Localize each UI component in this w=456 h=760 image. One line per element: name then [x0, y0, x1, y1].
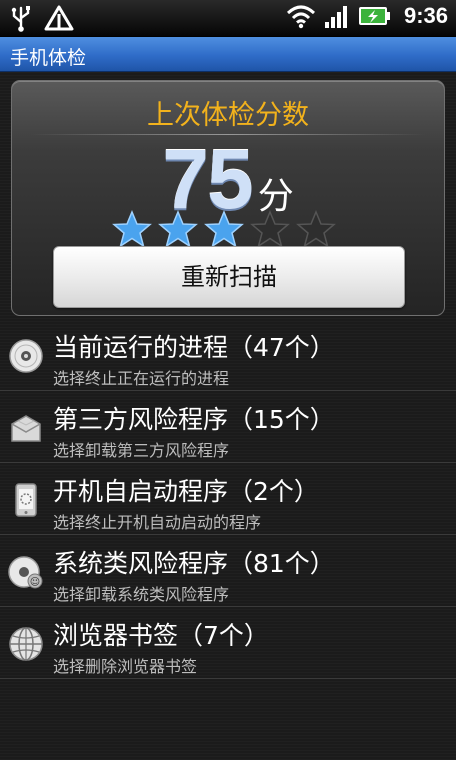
wifi-icon — [286, 5, 315, 29]
warning-icon — [44, 5, 74, 31]
item-subtitle: 选择终止正在运行的进程 — [53, 369, 230, 388]
status-bar: 9:36 — [0, 0, 456, 37]
list-item-startup-programs[interactable]: 开机自启动程序（2个） 选择终止开机自动启动的程序 — [0, 463, 456, 535]
item-title: 当前运行的进程（47个） — [53, 333, 335, 362]
item-subtitle: 选择卸载系统类风险程序 — [53, 585, 230, 604]
item-title: 系统类风险程序（81个） — [53, 549, 335, 578]
star-empty-icon — [250, 210, 290, 248]
status-time: 9:36 — [403, 3, 448, 28]
list-item-running-processes[interactable]: 当前运行的进程（47个） 选择终止正在运行的进程 — [0, 319, 456, 391]
star-rating — [112, 210, 336, 248]
app-title: 手机体检 — [10, 47, 87, 69]
item-title: 开机自启动程序（2个） — [53, 477, 319, 506]
star-filled-icon — [112, 210, 152, 248]
item-subtitle: 选择终止开机自动启动的程序 — [53, 513, 262, 532]
score-card-title: 上次体检分数 — [147, 100, 309, 131]
item-subtitle: 选择卸载第三方风险程序 — [53, 441, 230, 460]
battery-icon — [358, 7, 390, 25]
star-filled-icon — [204, 210, 244, 248]
signal-icon — [324, 6, 347, 28]
package-icon — [11, 415, 41, 442]
list-item-browser-bookmarks[interactable]: 浏览器书签（7个） 选择删除浏览器书签 — [0, 607, 456, 679]
disc-icon — [9, 339, 43, 373]
rescan-button[interactable]: 重新扫描 — [53, 246, 405, 308]
usb-icon — [11, 6, 30, 32]
check-item-list: 当前运行的进程（47个） 选择终止正在运行的进程 第三方风险程序（15个） 选择… — [0, 319, 456, 679]
star-empty-icon — [296, 210, 336, 248]
star-filled-icon — [158, 210, 198, 248]
item-title: 第三方风险程序（15个） — [53, 405, 335, 434]
score-card: 上次体检分数 75 分 重新扫描 — [11, 80, 445, 316]
item-title: 浏览器书签（7个） — [53, 621, 269, 650]
item-subtitle: 选择删除浏览器书签 — [53, 657, 198, 676]
list-item-system-risk[interactable]: ☺ 系统类风险程序（81个） 选择卸载系统类风险程序 — [0, 535, 456, 607]
phone-icon — [15, 483, 37, 517]
svg-text:☺: ☺ — [30, 577, 40, 588]
app-title-bar: 手机体检 — [0, 37, 456, 72]
list-item-third-party-risk[interactable]: 第三方风险程序（15个） 选择卸载第三方风险程序 — [0, 391, 456, 463]
disc-warning-icon: ☺ — [8, 556, 43, 589]
globe-icon — [9, 627, 43, 661]
